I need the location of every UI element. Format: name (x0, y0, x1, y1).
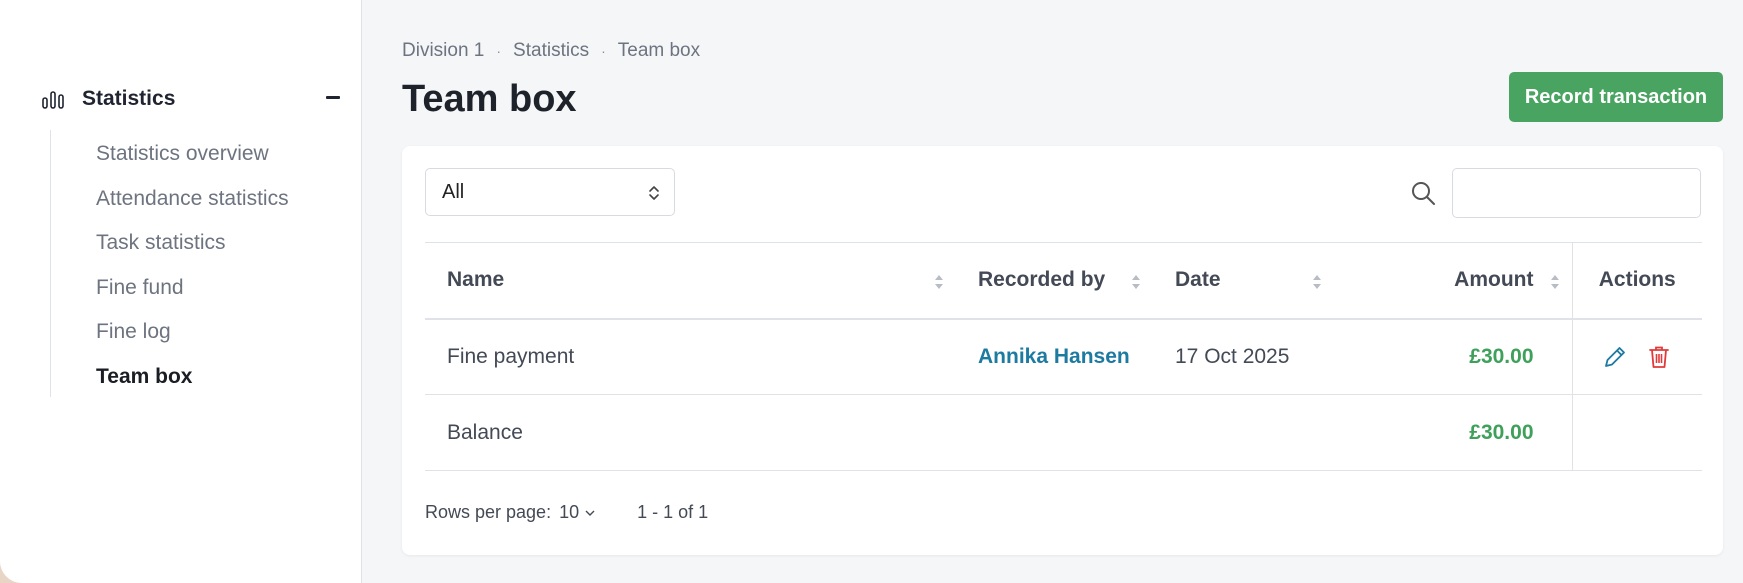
sidebar-item-attendance-statistics[interactable]: Attendance statistics (96, 181, 289, 226)
sort-icon[interactable] (934, 274, 944, 290)
cell-name: Fine payment (447, 344, 575, 368)
cell-actions (1571, 318, 1702, 395)
breadcrumb-team-box: Team box (617, 40, 701, 61)
column-header-name[interactable]: Name (425, 243, 956, 319)
sidebar-item-task-statistics[interactable]: Task statistics (96, 225, 289, 270)
transactions-table: Name Recorded by Date Amount Actions Fin… (425, 242, 1702, 471)
balance-actions-empty (1571, 394, 1702, 471)
cell-date: 17 Oct 2025 (1175, 344, 1290, 368)
table-balance-row: Balance £30.00 (425, 394, 1702, 471)
sidebar-section-statistics[interactable]: Statistics (42, 84, 342, 114)
sort-icon[interactable] (1312, 274, 1322, 290)
cell-recorded-by-link[interactable]: Annika Hansen (978, 345, 1130, 368)
breadcrumb-statistics[interactable]: Statistics (513, 40, 589, 62)
delete-trash-icon[interactable] (1646, 344, 1672, 370)
sidebar-item-fine-fund[interactable]: Fine fund (96, 270, 289, 315)
chevron-down-icon (585, 510, 595, 516)
search-icon[interactable] (1410, 180, 1436, 206)
nav-tree-line (50, 130, 51, 397)
balance-amount: £30.00 (1469, 420, 1534, 444)
pagination: Rows per page: 10 1 - 1 of 1 (425, 502, 708, 523)
edit-pencil-icon[interactable] (1602, 344, 1628, 370)
column-header-amount[interactable]: Amount (1334, 243, 1572, 319)
cell-amount: £30.00 (1469, 344, 1534, 368)
breadcrumb-separator: · (496, 43, 502, 59)
rows-per-page-label: Rows per page: (425, 502, 552, 522)
table-row: Fine payment Annika Hansen 17 Oct 2025 £… (425, 318, 1702, 395)
pagination-range: 1 - 1 of 1 (637, 502, 709, 522)
search-input[interactable] (1452, 168, 1701, 218)
column-header-recorded-by[interactable]: Recorded by (956, 243, 1153, 319)
table-header-row: Name Recorded by Date Amount Actions (425, 242, 1702, 319)
filter-select-value: All (442, 180, 465, 203)
page-title: Team box (402, 78, 577, 120)
breadcrumb: Division 1 · Statistics · Team box (402, 40, 700, 62)
sidebar-section-title: Statistics (82, 87, 176, 110)
sidebar-nav: Statistics overview Attendance statistic… (96, 136, 289, 404)
sort-icon[interactable] (1131, 274, 1141, 290)
column-header-actions: Actions (1571, 242, 1702, 319)
sort-icon[interactable] (1550, 274, 1560, 290)
collapse-minus-icon[interactable] (326, 96, 340, 99)
breadcrumb-separator: · (601, 43, 606, 59)
sidebar-item-statistics-overview[interactable]: Statistics overview (96, 136, 289, 181)
column-header-date[interactable]: Date (1153, 243, 1334, 319)
transactions-card: All Name Recorded by Date Amount Actions… (402, 146, 1723, 555)
bar-chart-icon (42, 91, 64, 109)
chevron-up-down-icon (649, 186, 659, 200)
main-content: Division 1 · Statistics · Team box Team … (362, 0, 1743, 583)
breadcrumb-division[interactable]: Division 1 (402, 40, 484, 62)
rows-per-page-select[interactable]: 10 (559, 502, 595, 523)
balance-label: Balance (447, 420, 523, 444)
sidebar-item-team-box[interactable]: Team box (96, 359, 289, 404)
filter-select[interactable]: All (425, 168, 675, 216)
app-window: Statistics Statistics overview Attendanc… (0, 0, 1743, 583)
record-transaction-button[interactable]: Record transaction (1509, 72, 1723, 122)
sidebar-item-fine-log[interactable]: Fine log (96, 314, 289, 359)
sidebar: Statistics Statistics overview Attendanc… (0, 0, 362, 583)
